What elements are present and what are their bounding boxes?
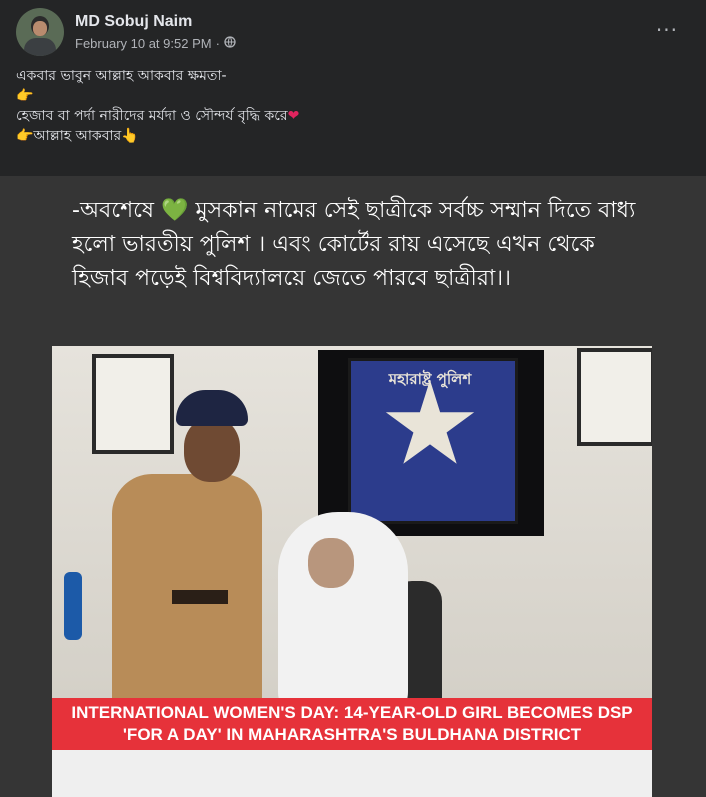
girl-face bbox=[308, 538, 354, 588]
wall-frame-right bbox=[577, 348, 652, 446]
post-caption: একবার ভাবুন আল্লাহ আকবার ক্ষমতা- 👉 হেজাব… bbox=[16, 66, 696, 146]
heart-icon: ❤ bbox=[287, 108, 300, 124]
emblem-text: মহারাষ্ট্র পুলিশ bbox=[388, 370, 472, 388]
avatar-face bbox=[33, 21, 47, 36]
post-time-row: February 10 at 9:52 PM · bbox=[75, 35, 236, 53]
overlay-prefix: -অবশেষে bbox=[72, 198, 162, 223]
post-header: MD Sobuj Naim February 10 at 9:52 PM · bbox=[16, 8, 236, 56]
more-options-button[interactable]: ··· bbox=[656, 18, 678, 42]
caption-line-4: 👉আল্লাহ আকবার👆 bbox=[16, 128, 139, 144]
post-media[interactable]: -অবশেষে 💚 মুসকান নামের সেই ছাত্রীকে সর্ব… bbox=[0, 176, 706, 797]
officer-head bbox=[184, 418, 240, 482]
facebook-post: MD Sobuj Naim February 10 at 9:52 PM · ·… bbox=[0, 0, 706, 797]
caption-line-3: হেজাব বা পর্দা নারীদের মর্যদা ও সৌন্দর্য… bbox=[16, 108, 288, 124]
caption-line-3-row: হেজাব বা পর্দা নারীদের মর্যদা ও সৌন্দর্য… bbox=[16, 106, 696, 126]
banner-line-1: INTERNATIONAL WOMEN'S DAY: 14-YEAR-OLD G… bbox=[71, 703, 633, 722]
banner-line-2: 'FOR A DAY' IN MAHARASHTRA'S BULDHANA DI… bbox=[122, 725, 582, 744]
wall-frame-left bbox=[92, 354, 174, 454]
author-name[interactable]: MD Sobuj Naim bbox=[75, 12, 236, 32]
overlay-text-block: -অবশেষে 💚 মুসকান নামের সেই ছাত্রীকে সর্ব… bbox=[72, 194, 652, 296]
green-heart-icon: 💚 bbox=[161, 198, 189, 223]
separator-dot: · bbox=[215, 35, 220, 51]
officer-belt bbox=[172, 590, 228, 604]
water-bottle bbox=[64, 572, 82, 640]
avatar-body bbox=[24, 38, 56, 56]
caption-line-1: একবার ভাবুন আল্লাহ আকবার ক্ষমতা- bbox=[16, 68, 227, 84]
post-meta: MD Sobuj Naim February 10 at 9:52 PM · bbox=[75, 12, 236, 53]
globe-icon[interactable] bbox=[224, 35, 236, 53]
news-banner-text: INTERNATIONAL WOMEN'S DAY: 14-YEAR-OLD G… bbox=[52, 702, 652, 746]
news-photo[interactable]: মহারাষ্ট্র পুলিশ INTERNATIONAL WOMEN'S D… bbox=[52, 346, 652, 797]
caption-line-2: 👉 bbox=[16, 88, 34, 104]
post-timestamp[interactable]: February 10 at 9:52 PM bbox=[75, 35, 212, 53]
author-avatar[interactable] bbox=[16, 8, 64, 56]
